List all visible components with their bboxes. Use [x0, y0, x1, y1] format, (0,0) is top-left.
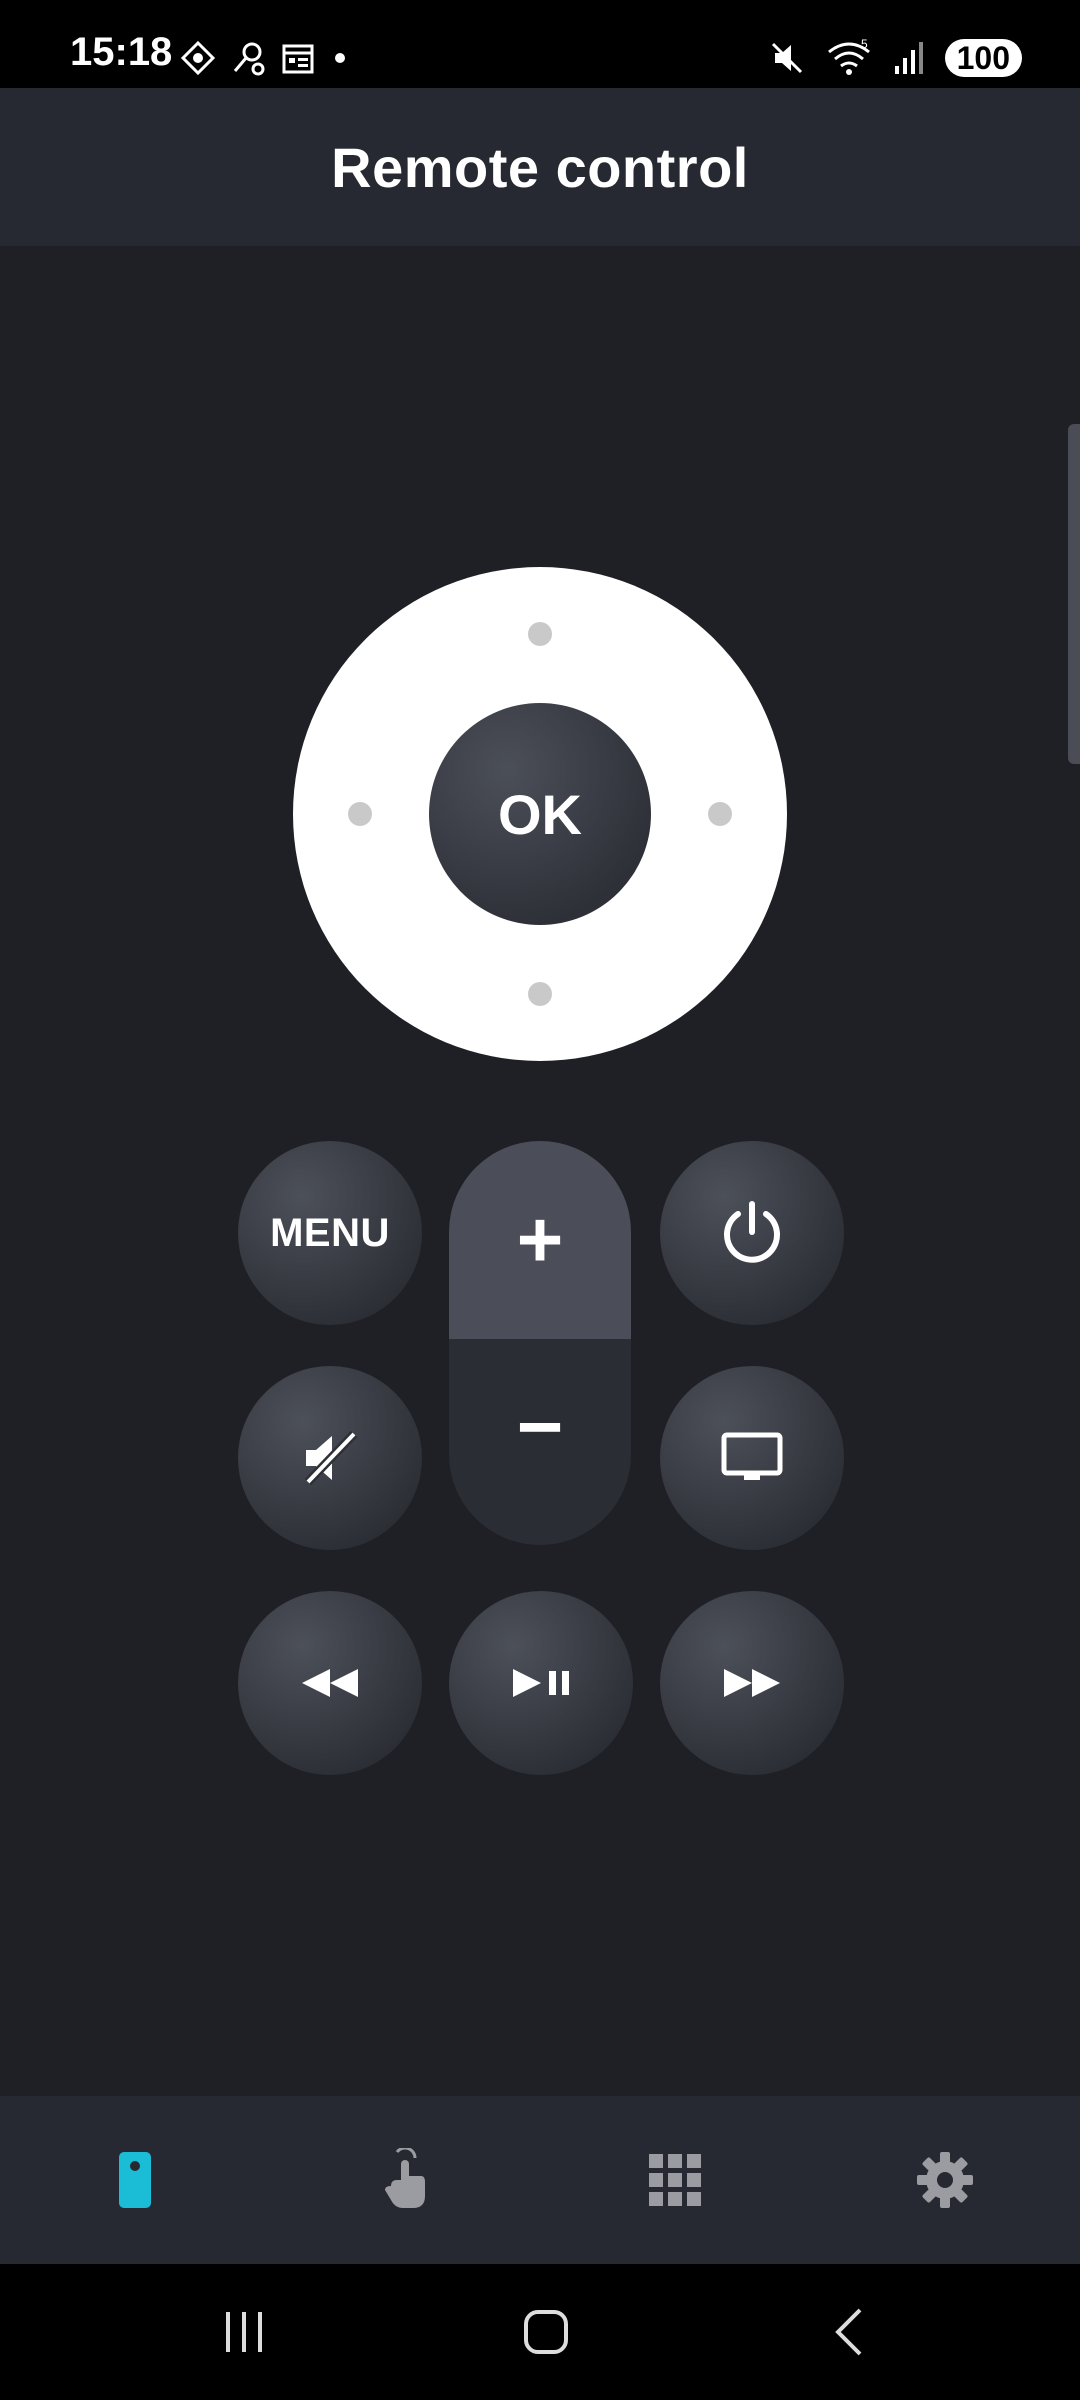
nav-touchpad[interactable] — [270, 2096, 540, 2264]
signal-icon — [894, 42, 923, 74]
system-status-icons: 5 100 — [767, 38, 1022, 78]
bottom-nav — [0, 2096, 1080, 2264]
touchpad-icon — [385, 2148, 425, 2208]
fast-forward-icon — [724, 1669, 780, 1697]
status-time: 15:18 — [70, 30, 173, 74]
back-button[interactable] — [748, 2264, 948, 2400]
mute-button[interactable] — [238, 1366, 422, 1550]
fast-forward-button[interactable] — [660, 1591, 844, 1775]
rewind-button[interactable] — [238, 1591, 422, 1775]
rewind-icon — [302, 1669, 358, 1697]
scroll-indicator[interactable] — [1068, 424, 1080, 764]
dpad[interactable]: OK — [293, 567, 787, 1061]
nav-settings[interactable] — [810, 2096, 1080, 2264]
status-bar: 15:18 5 100 — [0, 0, 1080, 88]
power-button[interactable] — [660, 1141, 844, 1325]
nav-remote[interactable] — [0, 2096, 270, 2264]
dpad-right-button[interactable] — [708, 802, 732, 826]
home-icon — [524, 2310, 568, 2354]
menu-button[interactable]: MENU — [238, 1141, 422, 1325]
remote-area: OK MENU + − — [0, 246, 1080, 2096]
page-title: Remote control — [331, 135, 749, 199]
dpad-left-button[interactable] — [348, 802, 372, 826]
back-icon — [835, 2308, 862, 2356]
app-header: Remote control — [0, 88, 1080, 246]
app-notification-icon — [180, 40, 216, 76]
volume-down-button[interactable]: − — [449, 1339, 631, 1545]
recent-apps-icon — [226, 2312, 262, 2352]
system-nav-bar — [0, 2264, 1080, 2400]
recent-apps-button[interactable] — [144, 2264, 344, 2400]
mute-icon — [304, 1430, 358, 1486]
dot-icon — [335, 53, 345, 63]
tv-input-button[interactable] — [660, 1366, 844, 1550]
play-pause-button[interactable] — [449, 1591, 633, 1775]
key-icon — [233, 42, 265, 76]
calendar-icon — [282, 44, 314, 74]
nav-apps[interactable] — [540, 2096, 810, 2264]
network-label: 5 — [861, 38, 868, 51]
battery-badge: 100 — [944, 39, 1022, 77]
notification-icons — [180, 40, 350, 76]
tv-icon — [721, 1432, 783, 1480]
power-icon — [724, 1201, 780, 1263]
settings-icon — [917, 2152, 973, 2208]
wifi-icon: 5 — [827, 38, 870, 75]
volume-up-button[interactable]: + — [449, 1141, 631, 1339]
home-button[interactable] — [446, 2264, 646, 2400]
volume-rocker[interactable]: + − — [449, 1141, 631, 1545]
ok-button[interactable]: OK — [429, 703, 651, 925]
mute-icon — [771, 42, 802, 74]
dpad-up-button[interactable] — [528, 622, 552, 646]
menu-label: MENU — [270, 1210, 390, 1255]
dpad-down-button[interactable] — [528, 982, 552, 1006]
play-pause-icon — [513, 1669, 569, 1697]
remote-icon — [119, 2152, 151, 2208]
apps-grid-icon — [649, 2154, 701, 2206]
